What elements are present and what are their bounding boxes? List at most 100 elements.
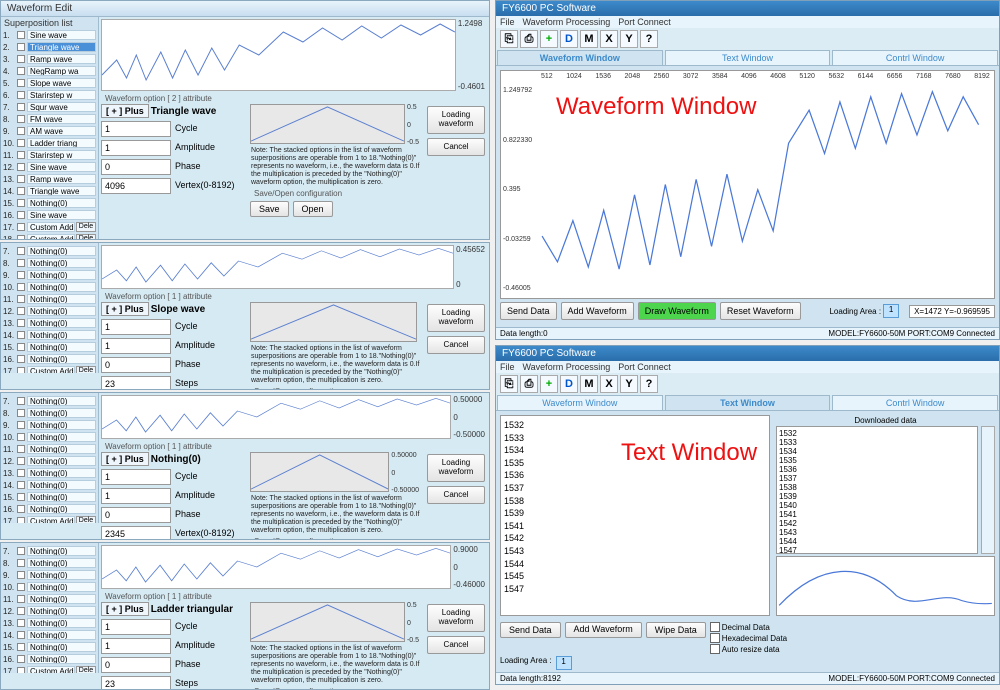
toolbar-button[interactable]: X <box>600 30 618 48</box>
item-selector[interactable] <box>17 163 25 171</box>
amplitude-input[interactable] <box>101 488 171 504</box>
item-selector[interactable] <box>17 445 25 453</box>
item-selector[interactable] <box>17 283 25 291</box>
item-selector[interactable] <box>17 457 25 465</box>
loading-area-value[interactable]: 1 <box>883 304 899 318</box>
item-selector[interactable] <box>17 517 25 523</box>
plus-button[interactable]: [ + ] Plus <box>101 104 149 118</box>
menu-item[interactable]: Waveform Processing <box>523 17 611 27</box>
tab-text-window[interactable]: Text Window <box>665 395 831 410</box>
superposition-item[interactable]: 6. Starirstep w <box>1 89 98 101</box>
toolbar-button[interactable]: ⎘ <box>500 30 518 48</box>
item-selector[interactable] <box>17 127 25 135</box>
superposition-item[interactable]: 9. Nothing(0) <box>1 419 98 431</box>
superposition-item[interactable]: 14. Triangle wave <box>1 185 98 197</box>
superposition-item[interactable]: 15. Nothing(0) <box>1 341 98 353</box>
cancel-button[interactable]: Cancel <box>427 138 485 157</box>
superposition-item[interactable]: 13. Ramp wave <box>1 173 98 185</box>
item-selector[interactable] <box>17 607 25 615</box>
item-selector[interactable] <box>17 583 25 591</box>
toolbar-button[interactable]: X <box>600 375 618 393</box>
superposition-item[interactable]: 12. Nothing(0) <box>1 455 98 467</box>
superposition-item[interactable]: 11. Nothing(0) <box>1 593 98 605</box>
cycle-input[interactable] <box>101 121 171 137</box>
item-selector[interactable] <box>17 469 25 477</box>
decimal-checkbox[interactable] <box>710 622 720 632</box>
item-selector[interactable] <box>17 31 25 39</box>
draw-waveform-button[interactable]: Draw Waveform <box>638 302 716 320</box>
item-selector[interactable] <box>17 247 25 255</box>
item-selector[interactable] <box>17 91 25 99</box>
add-waveform-button[interactable]: Add Waveform <box>561 302 634 320</box>
item-selector[interactable] <box>17 115 25 123</box>
item-selector[interactable] <box>17 103 25 111</box>
superposition-item[interactable]: 11. Nothing(0) <box>1 293 98 305</box>
superposition-item[interactable]: 12. Nothing(0) <box>1 305 98 317</box>
cancel-button[interactable]: Cancel <box>427 636 485 655</box>
tab-text-window[interactable]: Text Window <box>665 50 831 65</box>
toolbar-button[interactable]: Y <box>620 30 638 48</box>
toolbar-button[interactable]: M <box>580 375 598 393</box>
item-selector[interactable] <box>17 79 25 87</box>
phase-input[interactable] <box>101 159 171 175</box>
menu-item[interactable]: Port Connect <box>618 17 671 27</box>
loading-area-value[interactable]: 1 <box>556 656 572 670</box>
steps-input[interactable] <box>101 676 171 690</box>
item-selector[interactable] <box>17 343 25 351</box>
superposition-item[interactable]: 7. Nothing(0) <box>1 245 98 257</box>
superposition-item[interactable]: 16. Nothing(0) <box>1 503 98 515</box>
toolbar-button[interactable]: ⎙ <box>520 30 538 48</box>
delete-button[interactable]: Dele <box>76 516 96 523</box>
save-button[interactable]: Save <box>250 201 289 217</box>
superposition-item[interactable]: 8. Nothing(0) <box>1 257 98 269</box>
superposition-item[interactable]: 16. Sine wave <box>1 209 98 221</box>
superposition-item[interactable]: 9. Nothing(0) <box>1 269 98 281</box>
superposition-item[interactable]: 17. Custom AddDele <box>1 221 98 233</box>
item-selector[interactable] <box>17 307 25 315</box>
superposition-item[interactable]: 8. Nothing(0) <box>1 407 98 419</box>
item-selector[interactable] <box>17 571 25 579</box>
menu-item[interactable]: Waveform Processing <box>523 362 611 372</box>
superposition-item[interactable]: 11. Nothing(0) <box>1 443 98 455</box>
superposition-item[interactable]: 8. FM wave <box>1 113 98 125</box>
superposition-item[interactable]: 13. Nothing(0) <box>1 617 98 629</box>
toolbar-button[interactable]: Y <box>620 375 638 393</box>
superposition-item[interactable]: 17. Custom AddDele <box>1 515 98 523</box>
superposition-item[interactable]: 13. Nothing(0) <box>1 317 98 329</box>
item-selector[interactable] <box>17 151 25 159</box>
send-data-button[interactable]: Send Data <box>500 302 557 320</box>
item-selector[interactable] <box>17 295 25 303</box>
plus-button[interactable]: [ + ] Plus <box>101 302 149 316</box>
item-selector[interactable] <box>17 667 25 673</box>
item-selector[interactable] <box>17 223 25 231</box>
toolbar-button[interactable]: ⎙ <box>520 375 538 393</box>
delete-button[interactable]: Dele <box>76 366 96 373</box>
downloaded-data-list[interactable]: 1532153315341535153615371538153915401541… <box>776 426 978 554</box>
amplitude-input[interactable] <box>101 638 171 654</box>
item-selector[interactable] <box>17 631 25 639</box>
cycle-input[interactable] <box>101 619 171 635</box>
toolbar-button[interactable]: D <box>560 30 578 48</box>
superposition-item[interactable]: 1. Sine wave <box>1 29 98 41</box>
tab-contrl-window[interactable]: Contrl Window <box>832 395 998 410</box>
superposition-item[interactable]: 17. Custom AddDele <box>1 665 98 673</box>
superposition-item[interactable]: 7. Nothing(0) <box>1 545 98 557</box>
item-selector[interactable] <box>17 319 25 327</box>
cycle-input[interactable] <box>101 319 171 335</box>
toolbar-button[interactable]: + <box>540 375 558 393</box>
superposition-item[interactable]: 15. Nothing(0) <box>1 491 98 503</box>
item-selector[interactable] <box>17 505 25 513</box>
hex-checkbox[interactable] <box>710 633 720 643</box>
phase-input[interactable] <box>101 507 171 523</box>
superposition-item[interactable]: 18. Custom AddDele <box>1 233 98 239</box>
superposition-item[interactable]: 14. Nothing(0) <box>1 629 98 641</box>
superposition-item[interactable]: 15. Nothing(0) <box>1 641 98 653</box>
loading-waveform-button[interactable]: Loading waveform <box>427 106 485 134</box>
amplitude-input[interactable] <box>101 338 171 354</box>
tab-waveform-window[interactable]: Waveform Window <box>497 50 663 65</box>
toolbar-button[interactable]: D <box>560 375 578 393</box>
toolbar-button[interactable]: ? <box>640 30 658 48</box>
item-selector[interactable] <box>17 235 25 239</box>
item-selector[interactable] <box>17 271 25 279</box>
superposition-item[interactable]: 9. AM wave <box>1 125 98 137</box>
